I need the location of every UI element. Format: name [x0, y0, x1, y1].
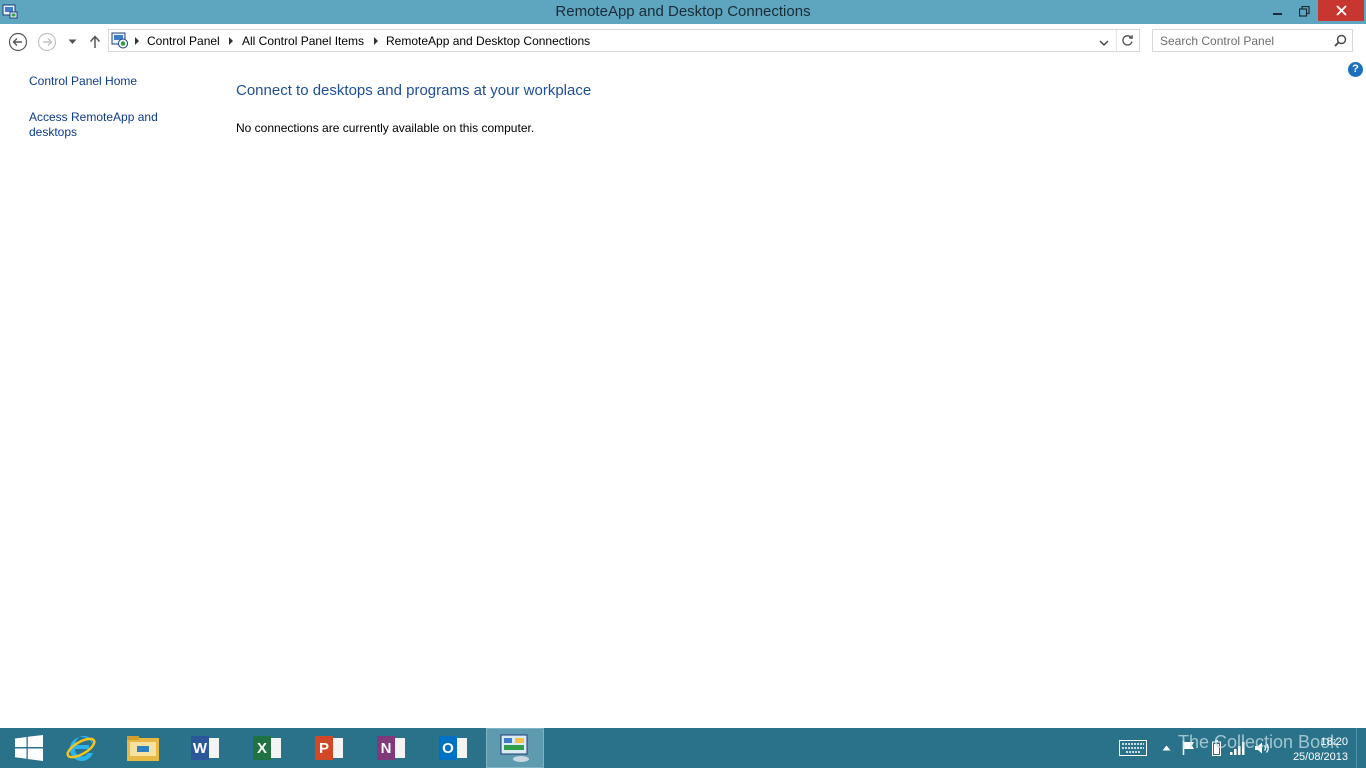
taskbar-outlook[interactable]: O: [424, 728, 482, 768]
show-hidden-icons-button[interactable]: [1158, 728, 1174, 768]
back-button[interactable]: [8, 32, 28, 52]
excel-icon: X: [253, 736, 281, 760]
help-button[interactable]: ?: [1348, 62, 1363, 77]
restore-button[interactable]: [1292, 0, 1316, 22]
taskbar: W X P N O: [0, 728, 1366, 768]
onenote-icon: N: [377, 736, 405, 760]
taskbar-internet-explorer[interactable]: [52, 728, 110, 768]
chevron-down-icon: [68, 39, 76, 44]
address-divider: [1116, 30, 1117, 51]
search-button[interactable]: [1334, 34, 1347, 52]
control-panel-icon: [500, 734, 529, 762]
up-button[interactable]: [85, 32, 105, 52]
up-arrow-icon: [89, 35, 101, 48]
start-button[interactable]: [0, 728, 58, 768]
outlook-icon: O: [439, 736, 467, 760]
window-title: RemoteApp and Desktop Connections: [555, 3, 811, 20]
restore-icon: [1298, 5, 1310, 17]
search-input[interactable]: [1153, 30, 1328, 51]
page-heading: Connect to desktops and programs at your…: [236, 82, 592, 99]
close-button[interactable]: [1318, 0, 1364, 21]
windows-logo-icon: [15, 735, 43, 761]
control-panel-home-link[interactable]: Control Panel Home: [29, 74, 137, 89]
file-explorer-icon: [127, 736, 159, 761]
word-icon: W: [191, 736, 219, 760]
taskbar-file-explorer[interactable]: [114, 728, 172, 768]
breadcrumb-separator-icon[interactable]: [374, 37, 378, 45]
refresh-button[interactable]: [1121, 34, 1134, 52]
refresh-icon: [1122, 35, 1133, 46]
search-box: [1152, 29, 1353, 52]
keyboard-icon: [1119, 740, 1147, 756]
breadcrumb-all-items[interactable]: All Control Panel Items: [242, 34, 364, 48]
show-desktop-button[interactable]: [1356, 728, 1366, 768]
clock-date: 25/08/2013: [1292, 751, 1348, 763]
close-icon: [1335, 5, 1347, 16]
access-remoteapp-link[interactable]: Access RemoteApp and desktops: [29, 110, 169, 140]
control-panel-location-icon: [111, 32, 128, 49]
breadcrumb-separator-icon[interactable]: [135, 37, 139, 45]
taskbar-excel[interactable]: X: [238, 728, 296, 768]
search-icon: [1334, 34, 1347, 47]
title-bar: RemoteApp and Desktop Connections: [0, 0, 1366, 24]
chevron-up-icon: [1162, 745, 1170, 751]
breadcrumb-control-panel[interactable]: Control Panel: [147, 34, 220, 48]
chevron-down-icon: [1099, 40, 1109, 46]
system-clock[interactable]: 18:20 25/08/2013: [1284, 735, 1348, 765]
taskbar-powerpoint[interactable]: P: [300, 728, 358, 768]
status-message: No connections are currently available o…: [236, 121, 535, 135]
powerpoint-icon: P: [315, 736, 343, 760]
address-bar[interactable]: Control Panel All Control Panel Items Re…: [108, 29, 1140, 52]
back-arrow-icon: [8, 32, 28, 52]
minimize-button[interactable]: [1266, 0, 1290, 22]
breadcrumb-separator-icon[interactable]: [229, 37, 233, 45]
taskbar-word[interactable]: W: [176, 728, 234, 768]
forward-button[interactable]: [37, 32, 57, 52]
breadcrumb-current[interactable]: RemoteApp and Desktop Connections: [386, 34, 590, 48]
clock-time: 18:20: [1320, 736, 1348, 748]
minimize-icon: [1273, 13, 1282, 15]
taskbar-control-panel[interactable]: [486, 728, 544, 768]
forward-arrow-icon: [37, 32, 57, 52]
internet-explorer-icon: [66, 736, 96, 761]
recent-locations-button[interactable]: [62, 32, 82, 52]
address-history-button[interactable]: [1099, 35, 1109, 53]
taskbar-onenote[interactable]: N: [362, 728, 420, 768]
touch-keyboard-button[interactable]: [1118, 728, 1148, 768]
